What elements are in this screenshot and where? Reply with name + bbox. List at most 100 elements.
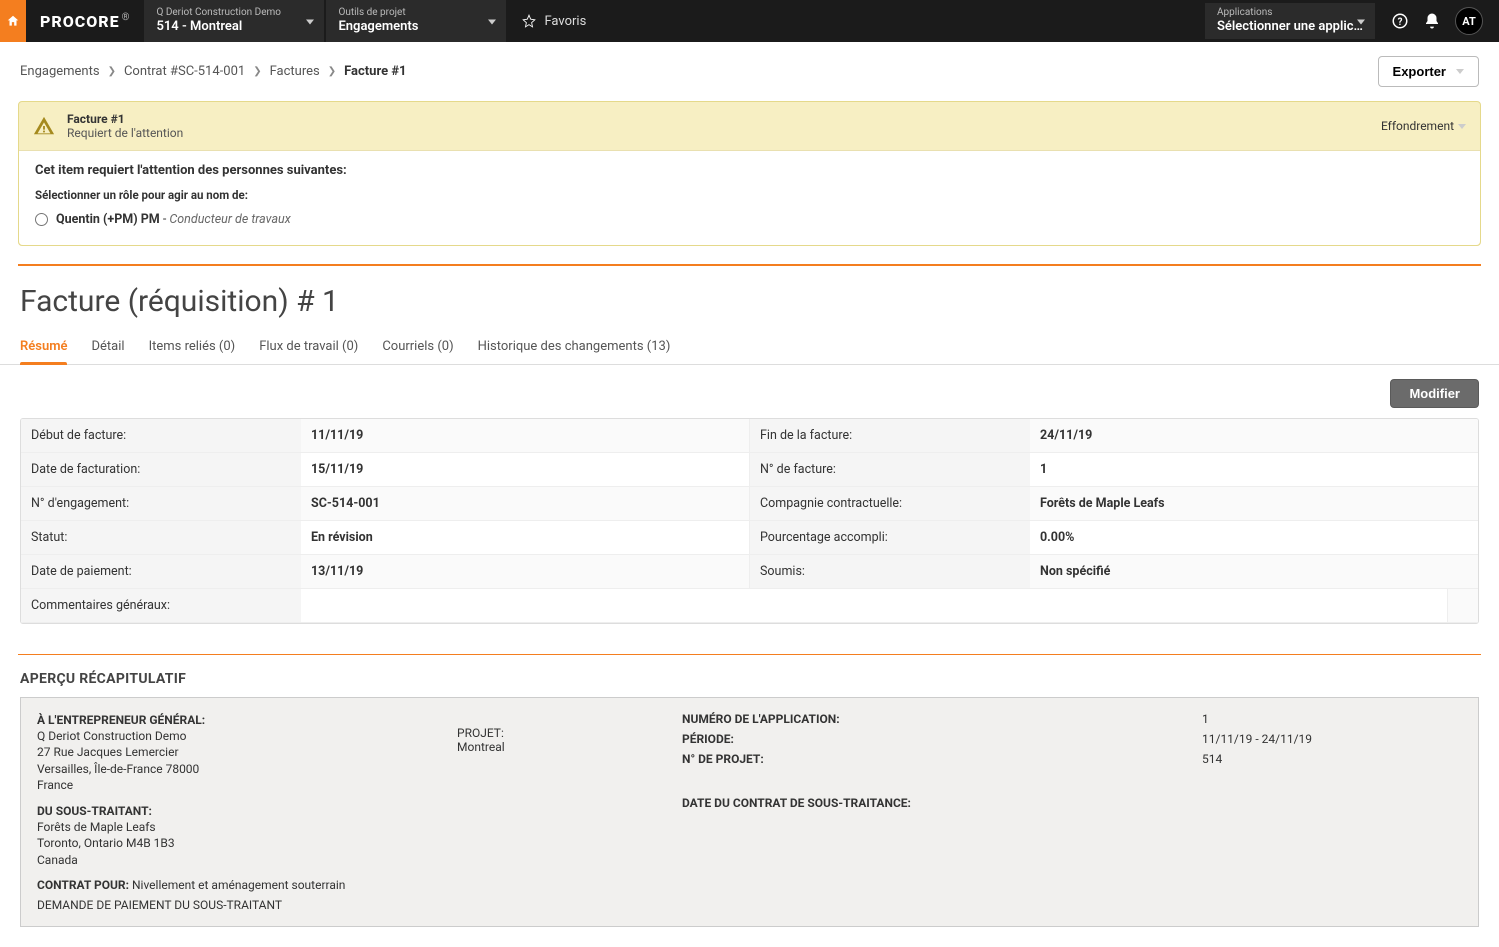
favorites-label: Favoris — [544, 14, 586, 29]
recap-value: 11/11/19 - 24/11/19 — [1202, 732, 1462, 746]
field-value: 15/11/19 — [301, 453, 749, 486]
breadcrumb: Engagements ❯ Contrat #SC-514-001 ❯ Fact… — [20, 64, 407, 79]
field-value: Non spécifié — [1030, 555, 1478, 588]
tool-selector-label: Outils de projet — [338, 7, 494, 19]
recap-box: À L'ENTREPRENEUR GÉNÉRAL: Q Deriot Const… — [20, 697, 1479, 927]
favorites-button[interactable]: Favoris — [508, 0, 600, 42]
apps-selector[interactable]: Applications Sélectionner une applicati.… — [1205, 3, 1375, 39]
chevron-down-icon — [488, 20, 496, 25]
recap-line: 27 Rue Jacques Lemercier — [37, 744, 427, 760]
field-value: SC-514-001 — [301, 487, 749, 520]
apps-selector-value: Sélectionner une applicati... — [1217, 19, 1363, 35]
tab-detail[interactable]: Détail — [91, 333, 124, 364]
field-value: 1 — [1030, 453, 1478, 486]
chevron-down-icon — [306, 20, 314, 25]
svg-text:?: ? — [1398, 17, 1403, 28]
recap-line: Canada — [37, 852, 427, 868]
tab-resume[interactable]: Résumé — [20, 333, 67, 364]
home-button[interactable] — [0, 0, 26, 42]
field-label: Statut: — [21, 521, 301, 554]
banner-title: Facture #1 — [67, 112, 183, 126]
recap-value: 1 — [1202, 712, 1462, 726]
recap-label: N° DE PROJET: — [682, 752, 764, 766]
recap-line: Q Deriot Construction Demo — [37, 728, 427, 744]
chevron-down-icon — [1357, 20, 1365, 25]
recap-value: Montreal — [457, 740, 652, 754]
attention-heading: Cet item requiert l'attention des person… — [35, 163, 1464, 178]
recap-line: Toronto, Ontario M4B 1B3 — [37, 835, 427, 851]
project-selector-value: 514 - Montreal — [156, 19, 312, 35]
recap-label: PROJET: — [457, 726, 652, 740]
tab-emails[interactable]: Courriels (0) — [382, 333, 453, 364]
avatar-initials: AT — [1462, 15, 1476, 28]
project-selector-label: Q Deriot Construction Demo — [156, 7, 312, 19]
field-label: Commentaires généraux: — [21, 589, 301, 622]
recap-label: NUMÉRO DE L'APPLICATION: — [682, 712, 840, 726]
divider — [18, 654, 1481, 655]
apps-selector-label: Applications — [1217, 7, 1363, 19]
field-label: Compagnie contractuelle: — [750, 487, 1030, 520]
bell-icon[interactable] — [1423, 12, 1441, 30]
attention-banner: Facture #1 Requiert de l'attention Effon… — [18, 101, 1481, 246]
chevron-down-icon — [1456, 69, 1464, 74]
recap-heading: APERÇU RÉCAPITULATIF — [0, 671, 1499, 697]
export-button[interactable]: Exporter — [1378, 56, 1479, 87]
field-label: Soumis: — [750, 555, 1030, 588]
role-option[interactable]: Quentin (+PM) PM - Conducteur de travaux — [35, 212, 1464, 227]
chevron-right-icon: ❯ — [253, 66, 261, 77]
chevron-down-icon — [1458, 124, 1466, 129]
recap-value: 514 — [1202, 752, 1462, 766]
logo: PROCORE® — [26, 0, 144, 42]
warning-icon — [33, 115, 55, 137]
field-label: Début de facture: — [21, 419, 301, 452]
role-radio[interactable] — [35, 213, 48, 226]
banner-collapse-label: Effondrement — [1381, 119, 1454, 133]
logo-text: PROCORE® — [40, 12, 130, 31]
field-label: Date de paiement: — [21, 555, 301, 588]
home-icon — [6, 14, 20, 28]
role-desc: Conducteur de travaux — [169, 212, 290, 227]
breadcrumb-current: Facture #1 — [344, 64, 406, 79]
field-label: Pourcentage accompli: — [750, 521, 1030, 554]
breadcrumb-link[interactable]: Factures — [270, 64, 320, 79]
field-label: N° de facture: — [750, 453, 1030, 486]
recap-line: Forêts de Maple Leafs — [37, 819, 427, 835]
field-value: 13/11/19 — [301, 555, 749, 588]
field-value: En révision — [301, 521, 749, 554]
field-label: Fin de la facture: — [750, 419, 1030, 452]
role-select-label: Sélectionner un rôle pour agir au nom de… — [35, 188, 1464, 202]
breadcrumb-link[interactable]: Contrat #SC-514-001 — [124, 64, 245, 79]
chevron-right-icon: ❯ — [328, 66, 336, 77]
tab-change-history[interactable]: Historique des changements (13) — [478, 333, 671, 364]
recap-label: PÉRIODE: — [682, 732, 734, 746]
modify-button[interactable]: Modifier — [1390, 379, 1479, 408]
tab-workflow[interactable]: Flux de travail (0) — [259, 333, 358, 364]
recap-label: DU SOUS-TRAITANT: — [37, 803, 427, 819]
role-name: Quentin (+PM) PM — [56, 212, 160, 227]
recap-label: DATE DU CONTRAT DE SOUS-TRAITANCE: — [682, 796, 911, 810]
field-value — [301, 589, 1447, 622]
banner-collapse-toggle[interactable]: Effondrement — [1381, 119, 1466, 133]
recap-label: À L'ENTREPRENEUR GÉNÉRAL: — [37, 712, 427, 728]
field-value: 11/11/19 — [301, 419, 749, 452]
star-icon — [522, 14, 536, 28]
summary-table: Début de facture:11/11/19 Fin de la fact… — [20, 418, 1479, 624]
subheader: Engagements ❯ Contrat #SC-514-001 ❯ Fact… — [0, 42, 1499, 101]
recap-line: France — [37, 777, 427, 793]
breadcrumb-link[interactable]: Engagements — [20, 64, 100, 79]
tool-selector[interactable]: Outils de projet Engagements — [326, 0, 506, 42]
tabs: Résumé Détail Items reliés (0) Flux de t… — [0, 333, 1499, 365]
tool-selector-value: Engagements — [338, 19, 494, 35]
export-button-label: Exporter — [1393, 64, 1446, 79]
chevron-right-icon: ❯ — [108, 66, 116, 77]
recap-line: CONTRAT POUR: Nivellement et aménagement… — [37, 878, 427, 892]
page-title: Facture (réquisition) # 1 — [0, 266, 1499, 333]
help-icon[interactable]: ? — [1391, 12, 1409, 30]
tab-related-items[interactable]: Items reliés (0) — [149, 333, 236, 364]
topbar: PROCORE® Q Deriot Construction Demo 514 … — [0, 0, 1499, 42]
recap-line: DEMANDE DE PAIEMENT DU SOUS-TRAITANT — [37, 898, 427, 912]
project-selector[interactable]: Q Deriot Construction Demo 514 - Montrea… — [144, 0, 324, 42]
field-value: 0.00% — [1030, 521, 1478, 554]
avatar[interactable]: AT — [1455, 7, 1483, 35]
field-value: Forêts de Maple Leafs — [1030, 487, 1478, 520]
